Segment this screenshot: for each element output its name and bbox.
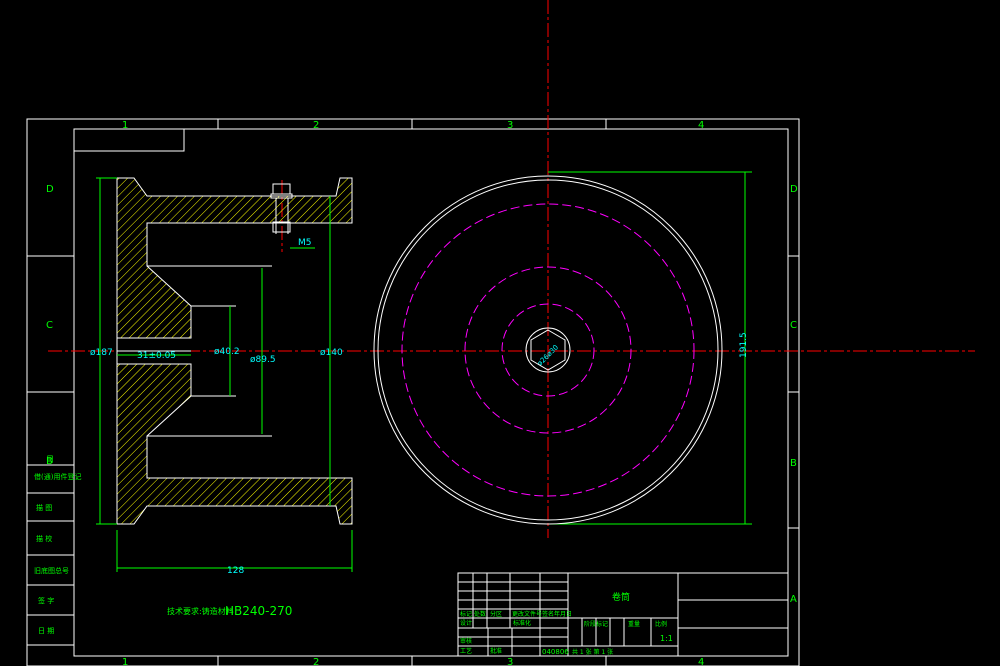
weight-label: 重量 xyxy=(628,620,640,628)
col-label-1: 标准化 xyxy=(513,619,531,627)
dimension-lines xyxy=(96,171,752,572)
cad-drawing-canvas: 1 2 3 4 1 2 3 4 D C B D C B A 借(通)用件登记 描… xyxy=(26,0,975,666)
tech-req-code: HB240-270 xyxy=(225,604,292,618)
zone-top-1: 1 xyxy=(122,120,128,131)
title-block: 卷筒 标记 处数 分区 更改文件号 签名 年月日 设计 标准化 审核 工艺 批准… xyxy=(457,572,789,657)
zone-right-c: C xyxy=(790,320,797,331)
col-label-2: 审核 xyxy=(460,637,472,645)
dim-d89: ø89.5 xyxy=(250,355,276,365)
zone-right-a: A xyxy=(790,594,797,605)
row-label-0: 标记 xyxy=(460,610,472,618)
reg-label-3: 旧底图总号 xyxy=(34,566,69,575)
part-name: 卷筒 xyxy=(612,591,630,603)
zone-top-2: 2 xyxy=(313,120,319,131)
zone-bottom-2: 2 xyxy=(313,657,319,666)
reg-label-2: 描 校 xyxy=(36,534,52,543)
dim-tol31: 31±0.05 xyxy=(137,351,176,361)
scale-value: 1:1 xyxy=(660,634,673,643)
zone-bottom-4: 4 xyxy=(698,657,704,666)
reg-label-1: 描 图 xyxy=(36,503,52,512)
zone-right-d: D xyxy=(790,184,798,195)
dimension-texts: ø187 31±0.05 ø40.2 ø89.5 ø140 M5 128 191… xyxy=(90,238,749,576)
technical-requirements: 技术要求:铸造材料 HB240-270 xyxy=(167,604,292,618)
drum-section-top xyxy=(116,177,353,339)
dim-d140: ø140 xyxy=(320,348,343,358)
dim-d40: ø40.2 xyxy=(214,347,240,357)
reg-label-5: 日 期 xyxy=(38,627,54,635)
center-lines xyxy=(48,0,975,538)
zone-left-d: D xyxy=(46,184,54,195)
col-label-3: 工艺 xyxy=(460,647,472,655)
row-label-4: 签名 xyxy=(542,610,554,618)
zone-left-c: C xyxy=(46,320,53,331)
registration-column: 借(通)用件登记 描 图 描 校 旧底图总号 签 字 日 期 日 xyxy=(26,455,81,646)
stage-label: 阶段标记 xyxy=(584,620,608,628)
zone-top-3: 3 xyxy=(507,120,513,131)
zone-right-b: B xyxy=(790,458,797,469)
reg-label-4: 签 字 xyxy=(38,596,54,605)
row-label-3: 更改文件号 xyxy=(512,610,542,618)
drawing-number: 040806 xyxy=(542,648,569,656)
drum-section-bottom xyxy=(116,363,353,525)
dim-w128: 128 xyxy=(227,566,244,576)
row-label-2: 分区 xyxy=(490,610,502,618)
zone-top-4: 4 xyxy=(698,120,704,131)
dim-m5: M5 xyxy=(298,238,312,248)
reg-label-0: 借(通)用件登记 xyxy=(34,472,81,481)
scale-label: 比例 xyxy=(655,620,667,628)
zone-bottom-1: 1 xyxy=(122,657,128,666)
dim-d187: ø187 xyxy=(90,348,113,358)
row-label-5: 年月日 xyxy=(554,610,572,618)
sheet-label: 共 1 张 第 1 张 xyxy=(572,648,613,656)
zone-bottom-3: 3 xyxy=(507,657,513,666)
zone-left-b2: 日 xyxy=(46,455,54,464)
row-label-1: 处数 xyxy=(474,610,486,618)
tech-req-prefix: 技术要求:铸造材料 xyxy=(167,606,234,616)
dim-h191: 191.5 xyxy=(739,332,749,358)
top-left-code-box xyxy=(73,128,185,152)
col-label-4: 批准 xyxy=(490,647,502,655)
col-label-0: 设计 xyxy=(460,619,472,627)
